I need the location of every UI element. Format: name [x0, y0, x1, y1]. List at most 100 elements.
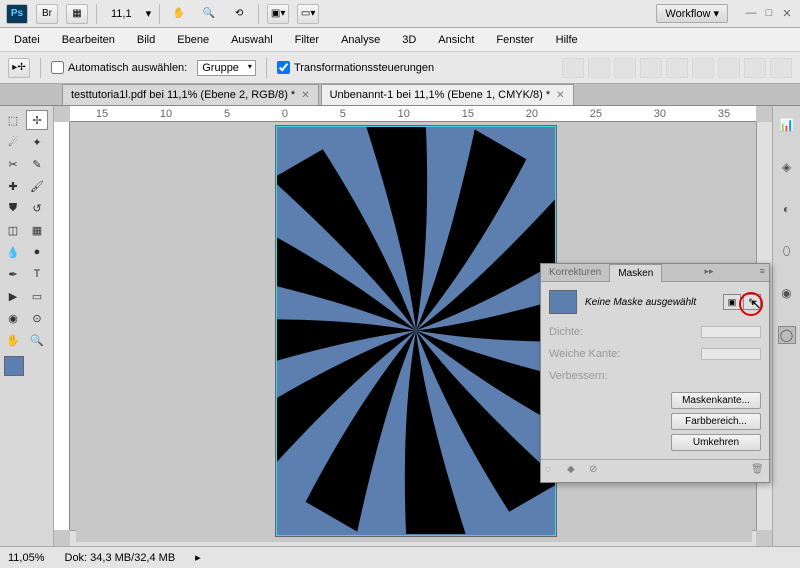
add-vector-mask-icon[interactable]: ✎ [743, 294, 761, 310]
pen-tool-icon[interactable]: ✒ [2, 264, 24, 284]
document-tab[interactable]: Unbenannt-1 bei 11,1% (Ebene 1, CMYK/8) … [321, 84, 574, 105]
tab-close-icon[interactable]: ✕ [301, 90, 309, 101]
panel-menu-icon[interactable]: ≡ [756, 264, 769, 281]
align-icon [692, 58, 714, 78]
apply-mask-icon: ◆ [567, 464, 581, 478]
align-icon [588, 58, 610, 78]
zoom-icon[interactable]: 🔍 [198, 4, 220, 24]
masks-dock-icon[interactable]: ◯ [778, 326, 796, 344]
add-pixel-mask-icon[interactable]: ▣ [723, 294, 741, 310]
minimize-icon[interactable]: ― [744, 7, 758, 20]
zoom-tool-icon[interactable]: 🔍 [26, 330, 48, 350]
menu-auswahl[interactable]: Auswahl [221, 31, 283, 49]
right-dock: 📊 ◈ ◐ ⬯ ◉ ◯ [772, 106, 800, 546]
eraser-tool-icon[interactable]: ◫ [2, 220, 24, 240]
menu-hilfe[interactable]: Hilfe [546, 31, 588, 49]
menu-bild[interactable]: Bild [127, 31, 165, 49]
artboard[interactable] [276, 126, 556, 536]
foreground-color[interactable] [4, 356, 24, 376]
tab-korrekturen[interactable]: Korrekturen [541, 264, 609, 281]
rotate-icon[interactable]: ⟲ [228, 4, 250, 24]
document-tabs: testtutoria1l.pdf bei 11,1% (Ebene 2, RG… [0, 84, 800, 106]
history-brush-icon[interactable]: ↺ [26, 198, 48, 218]
channels-icon[interactable]: ◐ [778, 200, 796, 218]
document-tab[interactable]: testtutoria1l.pdf bei 11,1% (Ebene 2, RG… [62, 84, 319, 105]
arrange-icon[interactable]: ▣▾ [267, 4, 289, 24]
color-range-button[interactable]: Farbbereich... [671, 413, 761, 430]
3d-tool-icon[interactable]: ◉ [2, 308, 24, 328]
histogram-icon[interactable]: 📊 [778, 116, 796, 134]
paths-icon[interactable]: ⬯ [778, 242, 796, 260]
distribute-icon [744, 58, 766, 78]
lasso-tool-icon[interactable]: ☄ [2, 132, 24, 152]
tab-close-icon[interactable]: ✕ [556, 90, 564, 101]
menu-filter[interactable]: Filter [285, 31, 329, 49]
ruler-horizontal[interactable]: 1510505101520253035 [70, 106, 756, 122]
status-doc-size[interactable]: Dok: 34,3 MB/32,4 MB [65, 552, 176, 564]
panel-collapse-icon[interactable]: ▸▸ [700, 264, 717, 281]
menu-analyse[interactable]: Analyse [331, 31, 390, 49]
shape-tool-icon[interactable]: ▭ [26, 286, 48, 306]
disable-mask-icon: ⊘ [589, 464, 603, 478]
feather-label: Weiche Kante: [549, 348, 620, 360]
blur-tool-icon[interactable]: 💧 [2, 242, 24, 262]
load-selection-icon: ◌ [545, 464, 559, 478]
hand-icon[interactable]: ✋ [168, 4, 190, 24]
ps-logo-icon[interactable]: Ps [6, 4, 28, 24]
menu-bearbeiten[interactable]: Bearbeiten [52, 31, 125, 49]
feather-slider [701, 348, 761, 360]
status-zoom[interactable]: 11,05% [8, 552, 45, 564]
close-icon[interactable]: ✕ [780, 7, 794, 20]
screen-mode-icon[interactable]: ▭▾ [297, 4, 319, 24]
panel-footer: ◌ ◆ ⊘ 🗑 [541, 459, 769, 482]
adjustments-icon[interactable]: ◉ [778, 284, 796, 302]
align-icon [614, 58, 636, 78]
heal-tool-icon[interactable]: ✚ [2, 176, 24, 196]
menu-3d[interactable]: 3D [392, 31, 426, 49]
menu-ebene[interactable]: Ebene [167, 31, 219, 49]
align-icon [562, 58, 584, 78]
menu-ansicht[interactable]: Ansicht [428, 31, 484, 49]
refine-label: Verbessern: [549, 370, 608, 382]
align-icon [666, 58, 688, 78]
minibridge-icon[interactable]: ▦ [66, 4, 88, 24]
masks-panel: Korrekturen Masken ▸▸ ≡ Keine Maske ausg… [540, 263, 770, 483]
type-tool-icon[interactable]: T [26, 264, 48, 284]
title-bar: Ps Br ▦ 11,1▾ ✋ 🔍 ⟲ ▣▾ ▭▾ Workflow ▾ ― □… [0, 0, 800, 28]
brush-tool-icon[interactable]: 🖌 [26, 176, 48, 196]
menu-datei[interactable]: Datei [4, 31, 50, 49]
invert-button[interactable]: Umkehren [671, 434, 761, 451]
mask-status-text: Keine Maske ausgewählt [585, 297, 715, 308]
layers-icon[interactable]: ◈ [778, 158, 796, 176]
swirl-artwork [277, 127, 555, 534]
auto-select-checkbox[interactable]: Automatisch auswählen: [51, 61, 187, 74]
menu-fenster[interactable]: Fenster [486, 31, 543, 49]
density-label: Dichte: [549, 326, 583, 338]
move-tool-preset-icon[interactable]: ▸✢ [8, 58, 30, 78]
workspace-switcher[interactable]: Workflow ▾ [656, 4, 728, 23]
path-select-icon[interactable]: ▶ [2, 286, 24, 306]
distribute-icon [718, 58, 740, 78]
stamp-tool-icon[interactable]: ⛊ [2, 198, 24, 218]
ruler-vertical[interactable] [54, 122, 70, 530]
crop-tool-icon[interactable]: ✂ [2, 154, 24, 174]
marquee-tool-icon[interactable]: ⬚ [2, 110, 24, 130]
move-tool-icon[interactable]: ✢ [26, 110, 48, 130]
3d-camera-icon[interactable]: ⊙ [26, 308, 48, 328]
density-slider [701, 326, 761, 338]
gradient-tool-icon[interactable]: ▦ [26, 220, 48, 240]
auto-select-target[interactable]: Gruppe [197, 60, 256, 76]
tab-masken[interactable]: Masken [609, 264, 662, 282]
eyedropper-tool-icon[interactable]: ✎ [26, 154, 48, 174]
hand-tool-icon[interactable]: ✋ [2, 330, 24, 350]
dodge-tool-icon[interactable]: ● [26, 242, 48, 262]
maximize-icon[interactable]: □ [762, 7, 776, 20]
mask-thumbnail[interactable] [549, 290, 577, 314]
transform-controls-checkbox[interactable]: Transformationssteuerungen [277, 61, 434, 74]
align-icon [640, 58, 662, 78]
menu-bar: Datei Bearbeiten Bild Ebene Auswahl Filt… [0, 28, 800, 52]
zoom-level[interactable]: 11,1 [105, 8, 138, 20]
mask-edge-button[interactable]: Maskenkante... [671, 392, 761, 409]
wand-tool-icon[interactable]: ✦ [26, 132, 48, 152]
bridge-icon[interactable]: Br [36, 4, 58, 24]
